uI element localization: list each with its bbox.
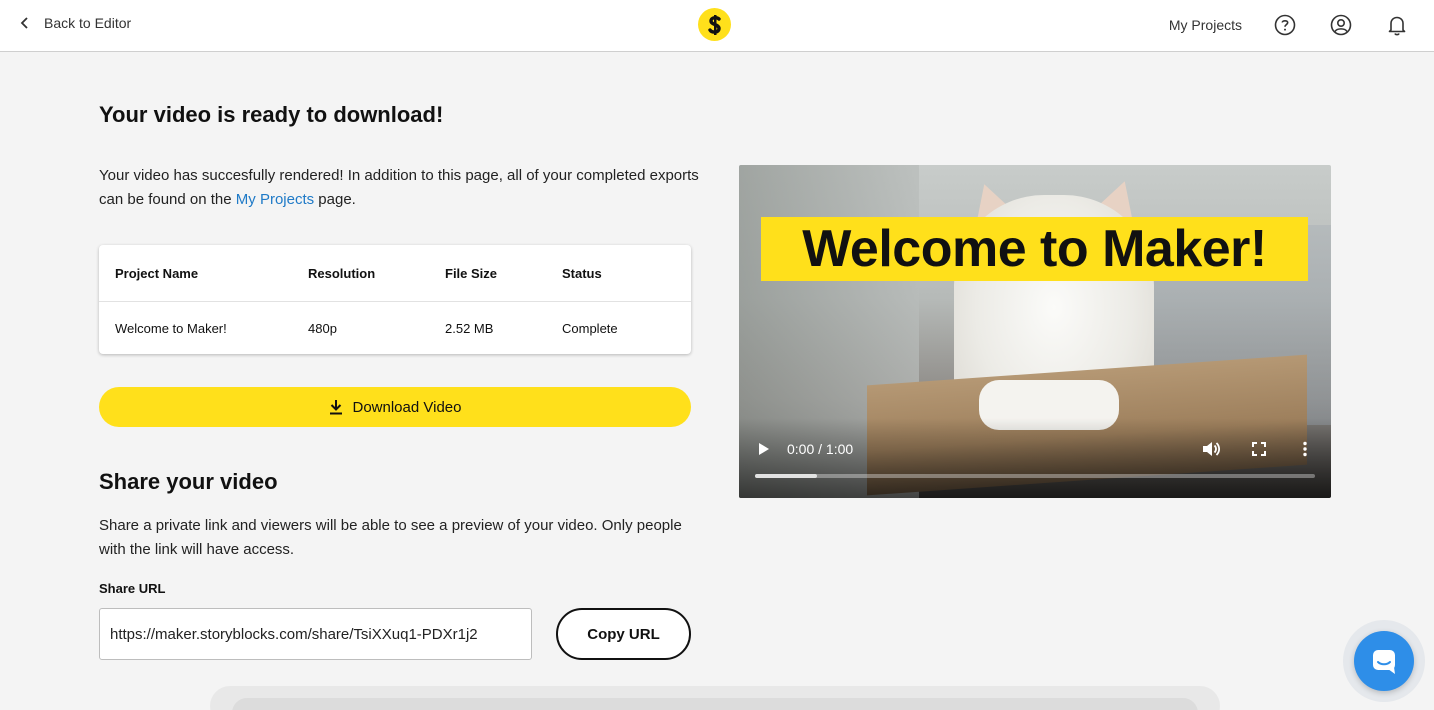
- controls-shade: [739, 418, 1331, 498]
- storyblocks-logo[interactable]: [698, 8, 731, 41]
- my-projects-link[interactable]: My Projects: [1169, 17, 1242, 33]
- back-label: Back to Editor: [44, 15, 132, 31]
- column-header-status: Status: [562, 265, 602, 281]
- bell-icon[interactable]: [1386, 14, 1408, 36]
- share-url-input[interactable]: [99, 608, 532, 660]
- intro-text-before: Your video has succesfully rendered! In …: [99, 167, 699, 208]
- logo-icon: [707, 14, 721, 35]
- chat-icon: [1373, 650, 1395, 674]
- share-url-label: Share URL: [99, 581, 166, 596]
- export-table: Project Name Resolution File Size Status…: [99, 245, 691, 354]
- download-icon: [329, 400, 342, 415]
- bottom-panel-inner-edge: [232, 698, 1198, 710]
- chat-launcher-button[interactable]: [1354, 631, 1414, 691]
- table-row: Welcome to Maker! 480p 2.52 MB Complete: [99, 302, 691, 354]
- help-icon[interactable]: [1274, 14, 1296, 36]
- cell-project-name: Welcome to Maker!: [115, 320, 227, 336]
- download-label: Download Video: [352, 398, 462, 416]
- header-nav: My Projects: [1169, 10, 1408, 40]
- download-video-button[interactable]: Download Video: [99, 387, 691, 427]
- table-header-row: Project Name Resolution File Size Status: [99, 245, 691, 302]
- volume-icon[interactable]: [1201, 440, 1221, 463]
- video-title-banner: Welcome to Maker!: [761, 217, 1308, 281]
- page-title: Your video is ready to download!: [99, 102, 444, 127]
- share-description: Share a private link and viewers will be…: [99, 517, 682, 558]
- intro-text-after: page.: [314, 191, 356, 208]
- cell-status: Complete: [562, 320, 618, 336]
- fullscreen-icon[interactable]: [1251, 441, 1267, 462]
- column-header-project-name: Project Name: [115, 265, 199, 281]
- intro-text: Your video has succesfully rendered! In …: [99, 164, 699, 212]
- copy-url-button[interactable]: Copy URL: [556, 608, 691, 660]
- my-projects-inline-link[interactable]: My Projects: [236, 191, 314, 208]
- back-to-editor-link[interactable]: Back to Editor: [18, 15, 131, 31]
- column-header-file-size: File Size: [445, 265, 498, 281]
- video-progress-fill: [755, 474, 817, 478]
- share-section-title: Share your video: [99, 469, 278, 494]
- play-icon[interactable]: [757, 441, 771, 462]
- video-player[interactable]: Welcome to Maker! 0:00 / 1:00: [739, 165, 1331, 498]
- column-header-resolution: Resolution: [308, 265, 376, 281]
- cell-file-size: 2.52 MB: [445, 320, 494, 336]
- video-time: 0:00 / 1:00: [787, 441, 854, 457]
- video-progress-track[interactable]: [755, 474, 1315, 478]
- chevron-left-icon: [20, 17, 28, 29]
- more-options-icon[interactable]: [1302, 441, 1308, 462]
- cell-resolution: 480p: [308, 320, 337, 336]
- account-icon[interactable]: [1330, 14, 1352, 36]
- top-bar: Back to Editor My Projects: [0, 0, 1434, 52]
